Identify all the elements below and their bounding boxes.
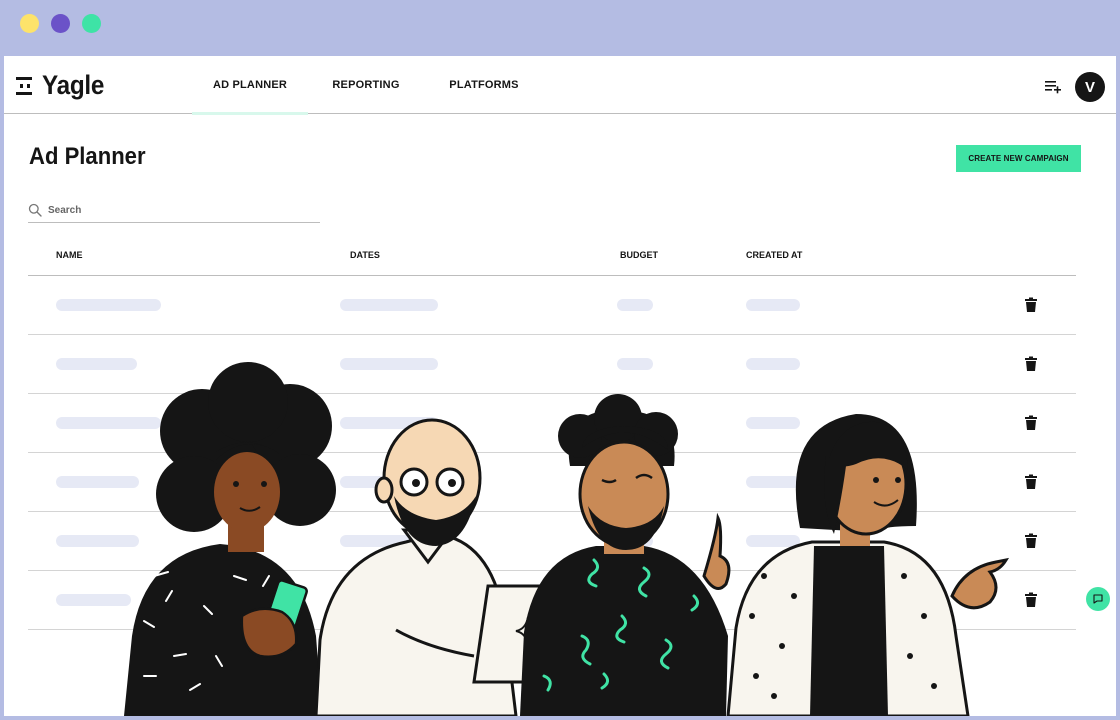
table-row[interactable]: [28, 276, 1076, 335]
budget-placeholder: [617, 535, 653, 547]
main-nav: AD PLANNER REPORTING PLATFORMS: [192, 56, 544, 115]
search-icon: [28, 203, 42, 217]
search-bar: [28, 200, 320, 223]
chat-button[interactable]: [1086, 587, 1110, 611]
tab-platforms[interactable]: PLATFORMS: [424, 56, 544, 114]
tab-reporting[interactable]: REPORTING: [308, 56, 424, 114]
budget-placeholder: [617, 417, 653, 429]
name-placeholder: [56, 594, 131, 606]
window-control-green[interactable]: [82, 14, 101, 33]
create-campaign-button[interactable]: CREATE NEW CAMPAIGN: [956, 145, 1081, 172]
page-title: Ad Planner: [29, 143, 146, 170]
user-avatar[interactable]: V: [1075, 72, 1105, 102]
column-header-name[interactable]: NAME: [56, 250, 83, 260]
logo-icon: [16, 75, 34, 97]
dates-placeholder: [340, 476, 438, 488]
search-input[interactable]: [48, 202, 308, 218]
name-placeholder: [56, 417, 161, 429]
trash-icon[interactable]: [1024, 474, 1038, 490]
trash-icon[interactable]: [1024, 415, 1038, 431]
trash-icon[interactable]: [1024, 356, 1038, 372]
chat-bubble-icon: [1093, 594, 1103, 604]
window-controls: [20, 14, 101, 33]
tab-ad-planner[interactable]: AD PLANNER: [192, 56, 308, 115]
column-header-dates[interactable]: DATES: [350, 250, 380, 260]
dates-placeholder: [340, 417, 438, 429]
table-row[interactable]: [28, 571, 1076, 630]
window-control-yellow[interactable]: [20, 14, 39, 33]
trash-icon[interactable]: [1024, 297, 1038, 313]
playlist-add-icon[interactable]: [1043, 76, 1063, 96]
table-row[interactable]: [28, 453, 1076, 512]
column-header-budget[interactable]: BUDGET: [620, 250, 658, 260]
dates-placeholder: [340, 594, 438, 606]
app-window: Yagle AD PLANNER REPORTING PLATFORMS V A…: [4, 56, 1116, 716]
name-placeholder: [56, 299, 161, 311]
brand-logo[interactable]: Yagle: [16, 70, 111, 101]
brand-name: Yagle: [42, 70, 105, 100]
top-navigation-bar: Yagle AD PLANNER REPORTING PLATFORMS V: [4, 56, 1116, 115]
created-at-placeholder: [746, 535, 800, 547]
trash-icon[interactable]: [1024, 533, 1038, 549]
table-row[interactable]: [28, 394, 1076, 453]
trash-icon[interactable]: [1024, 592, 1038, 608]
created-at-placeholder: [746, 417, 800, 429]
dates-placeholder: [340, 299, 438, 311]
created-at-placeholder: [746, 594, 800, 606]
created-at-placeholder: [746, 358, 800, 370]
dates-placeholder: [340, 358, 438, 370]
created-at-placeholder: [746, 476, 800, 488]
budget-placeholder: [617, 299, 653, 311]
name-placeholder: [56, 476, 139, 488]
name-placeholder: [56, 358, 137, 370]
campaigns-table: NAME DATES BUDGET CREATED AT: [28, 236, 1076, 630]
dates-placeholder: [340, 535, 438, 547]
column-header-created-at[interactable]: CREATED AT: [746, 250, 802, 260]
table-row[interactable]: [28, 335, 1076, 394]
table-row[interactable]: [28, 512, 1076, 571]
window-control-purple[interactable]: [51, 14, 70, 33]
table-header: NAME DATES BUDGET CREATED AT: [28, 236, 1076, 276]
budget-placeholder: [617, 358, 653, 370]
name-placeholder: [56, 535, 139, 547]
budget-placeholder: [617, 476, 653, 488]
created-at-placeholder: [746, 299, 800, 311]
budget-placeholder: [617, 594, 653, 606]
